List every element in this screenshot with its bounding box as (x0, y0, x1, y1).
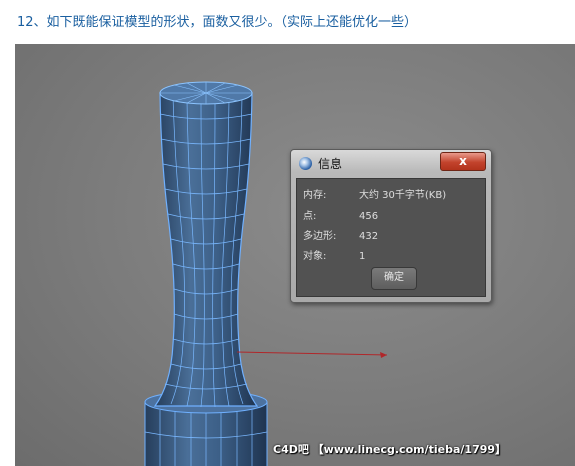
objects-value: 1 (359, 251, 366, 262)
objects-label: 对象: (303, 251, 327, 262)
memory-value: 大约 30千字节(KB) (359, 190, 447, 201)
ok-button[interactable]: 确定 (371, 267, 417, 290)
points-label: 点: (303, 211, 317, 222)
polygons-value: 432 (359, 231, 379, 242)
row-memory: 内存: 大约 30千字节(KB) (303, 186, 446, 201)
annotation-arrow (236, 351, 388, 358)
model-body (153, 92, 259, 407)
cinema4d-logo-icon (299, 157, 312, 170)
dialog-titlebar[interactable]: 信息 x (291, 150, 491, 176)
dialog-title: 信息 (318, 157, 343, 171)
model-top-cap (159, 81, 253, 105)
row-objects: 对象: 1 (303, 247, 365, 262)
polygons-label: 多边形: (303, 231, 337, 242)
row-polygons: 多边形: 432 (303, 227, 378, 242)
info-dialog[interactable]: 信息 x 内存: 大约 30千字节(KB) 点: 456 多边形: 432 对象: 1 … (290, 149, 492, 303)
dialog-body: 内存: 大约 30千字节(KB) 点: 456 多边形: 432 对象: 1 确定 (296, 178, 486, 297)
close-icon: x (459, 154, 467, 168)
close-button[interactable]: x (440, 152, 486, 171)
points-value: 456 (359, 211, 379, 222)
memory-label: 内存: (303, 190, 327, 201)
watermark-text: C4D吧 【www.linecg.com/tieba/1799】 (273, 443, 507, 456)
caption-text: 12、如下既能保证模型的形状，面数又很少。（实际上还能优化一些） (17, 15, 418, 30)
row-points: 点: 456 (303, 207, 378, 222)
